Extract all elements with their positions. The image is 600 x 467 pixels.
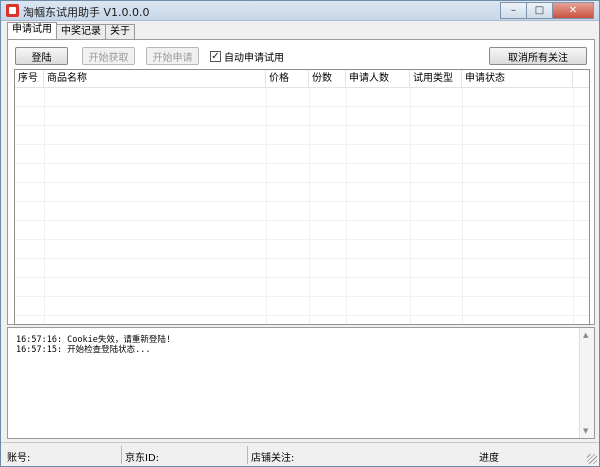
login-button[interactable]: 登陆 bbox=[15, 47, 68, 65]
empty-table-row bbox=[15, 259, 589, 278]
auto-apply-checkbox[interactable]: ✓ bbox=[210, 51, 221, 62]
empty-table-row bbox=[15, 145, 589, 164]
log-output[interactable]: 16:57:16: Cookie失效，请重新登陆! 16:57:15: 开始检查… bbox=[7, 327, 595, 439]
log-line: 16:57:15: 开始检查登陆状态... bbox=[16, 345, 151, 355]
empty-table-row bbox=[15, 183, 589, 202]
tab-strip: 申请试用 中奖记录 关于 bbox=[7, 22, 135, 39]
tab-win-records[interactable]: 中奖记录 bbox=[56, 24, 106, 39]
account-label: 账号: bbox=[7, 453, 31, 464]
shop-follow-label: 店铺关注: bbox=[251, 453, 295, 464]
auto-apply-label: 自动申请试用 bbox=[224, 53, 284, 64]
col-header-index[interactable]: 序号 bbox=[15, 70, 44, 88]
cancel-all-follow-button[interactable]: 取消所有关注 bbox=[489, 47, 587, 65]
maximize-button[interactable]: □ bbox=[526, 2, 552, 19]
minimize-button[interactable]: – bbox=[500, 2, 526, 19]
scroll-down-icon[interactable]: ▼ bbox=[583, 427, 588, 435]
empty-table-row bbox=[15, 164, 589, 183]
progress-label: 进度 bbox=[479, 453, 499, 464]
empty-table-row bbox=[15, 88, 589, 107]
trial-items-table[interactable]: 序号 商品名称 价格 份数 申请人数 试用类型 申请状态 bbox=[14, 69, 590, 325]
col-header-trial-type[interactable]: 试用类型 bbox=[410, 70, 462, 88]
empty-table-row bbox=[15, 126, 589, 145]
col-header-apply-status[interactable]: 申请状态 bbox=[462, 70, 573, 88]
close-button[interactable]: ✕ bbox=[552, 2, 594, 19]
status-divider bbox=[247, 446, 248, 464]
auto-apply-option[interactable]: ✓ 自动申请试用 bbox=[210, 49, 284, 64]
jd-id-label: 京东ID: bbox=[125, 453, 160, 464]
app-logo-icon bbox=[6, 4, 19, 17]
start-apply-button[interactable]: 开始申请 bbox=[146, 47, 199, 65]
col-header-price[interactable]: 价格 bbox=[266, 70, 309, 88]
empty-table-row bbox=[15, 202, 589, 221]
table-header: 序号 商品名称 价格 份数 申请人数 试用类型 申请状态 bbox=[15, 70, 589, 88]
resize-grip-icon[interactable] bbox=[587, 454, 597, 464]
tab-about[interactable]: 关于 bbox=[105, 24, 135, 39]
col-header-product-name[interactable]: 商品名称 bbox=[44, 70, 266, 88]
col-header-quantity[interactable]: 份数 bbox=[309, 70, 346, 88]
scroll-up-icon[interactable]: ▲ bbox=[583, 331, 588, 339]
window-controls: – □ ✕ bbox=[500, 2, 594, 19]
title-bar[interactable]: 淘帼东试用助手 V1.0.0.0 – □ ✕ bbox=[1, 1, 599, 21]
empty-table-row bbox=[15, 107, 589, 126]
col-header-applicants[interactable]: 申请人数 bbox=[346, 70, 410, 88]
log-scrollbar[interactable]: ▲ ▼ bbox=[579, 328, 594, 438]
status-divider bbox=[121, 446, 122, 464]
app-window: 淘帼东试用助手 V1.0.0.0 – □ ✕ 申请试用 中奖记录 关于 登陆 开… bbox=[0, 0, 600, 467]
status-bar: 账号: 京东ID: 店铺关注: 进度 bbox=[1, 442, 599, 466]
empty-table-row bbox=[15, 240, 589, 259]
tab-apply-trial[interactable]: 申请试用 bbox=[7, 22, 57, 39]
start-fetch-button[interactable]: 开始获取 bbox=[82, 47, 135, 65]
empty-table-row bbox=[15, 297, 589, 316]
empty-table-row bbox=[15, 278, 589, 297]
apply-trial-panel: 登陆 开始获取 开始申请 ✓ 自动申请试用 取消所有关注 序号 商品名称 价格 … bbox=[7, 39, 595, 325]
empty-table-row bbox=[15, 221, 589, 240]
window-title: 淘帼东试用助手 V1.0.0.0 bbox=[23, 6, 150, 19]
